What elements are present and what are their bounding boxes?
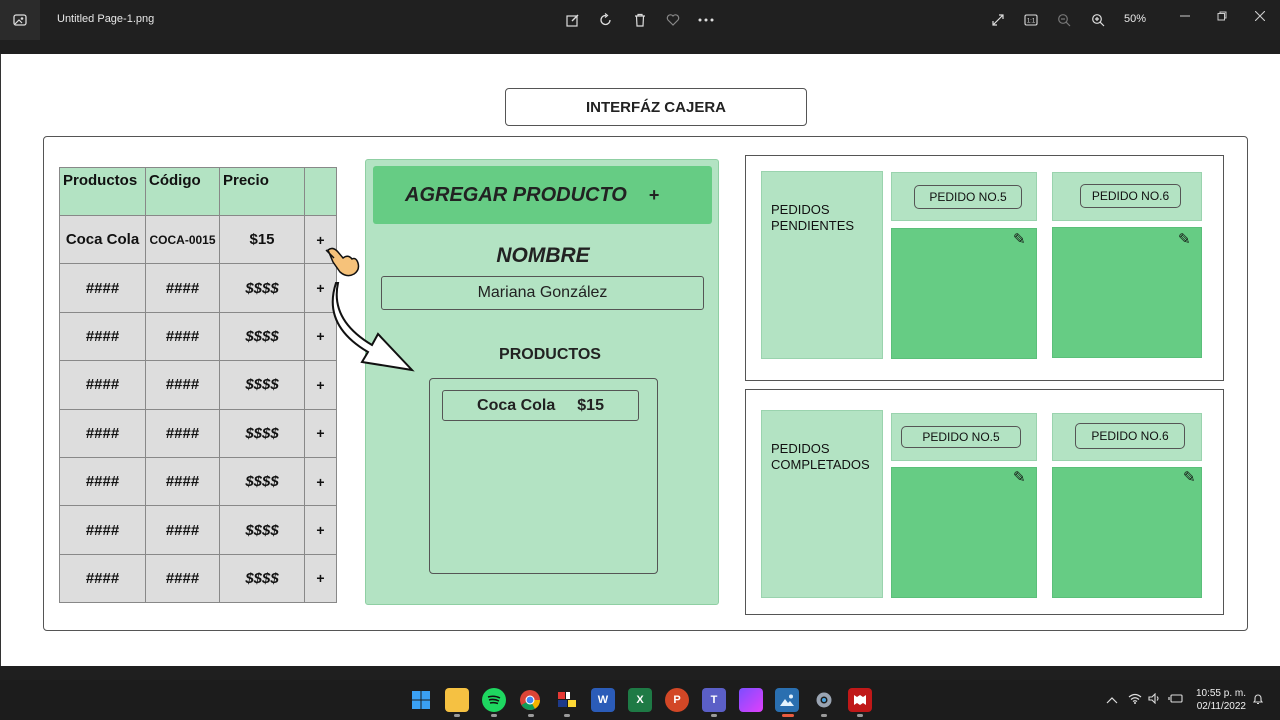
start-icon[interactable]: [409, 688, 433, 712]
volume-icon[interactable]: [1148, 692, 1162, 707]
file-explorer-icon[interactable]: [445, 688, 469, 712]
running-indicator: [528, 714, 534, 717]
wifi-icon[interactable]: [1128, 693, 1142, 707]
powerpoint-icon[interactable]: P: [665, 688, 689, 712]
photos-icon[interactable]: [775, 688, 799, 712]
clipchamp-icon[interactable]: [739, 688, 763, 712]
teams-icon[interactable]: T: [702, 688, 726, 712]
system-clock[interactable]: 10:55 p. m. 02/11/2022: [1190, 687, 1246, 713]
show-hidden-icons[interactable]: [1106, 693, 1118, 707]
running-indicator: [491, 714, 497, 717]
drag-arrow-overlay: [325, 247, 415, 372]
clock-date: 02/11/2022: [1196, 701, 1246, 712]
pointer-hand-icon: [325, 247, 360, 277]
running-indicator: [821, 714, 827, 717]
running-indicator: [454, 714, 460, 717]
running-indicator: [711, 714, 717, 717]
active-indicator: [782, 714, 794, 717]
notifications-icon[interactable]: [1252, 693, 1264, 708]
clock-time: 10:55 p. m.: [1195, 688, 1246, 699]
running-indicator: [857, 714, 863, 717]
battery-icon[interactable]: [1168, 693, 1184, 707]
word-icon[interactable]: W: [591, 688, 615, 712]
mcafee-icon[interactable]: [848, 688, 872, 712]
paint-app-icon[interactable]: [555, 688, 579, 712]
settings-icon[interactable]: [812, 688, 836, 712]
viewer-margin-bottom: [0, 666, 1280, 680]
curved-arrow-icon: [331, 282, 415, 372]
chrome-icon[interactable]: [518, 688, 542, 712]
spotify-icon[interactable]: [482, 688, 506, 712]
excel-icon[interactable]: X: [628, 688, 652, 712]
running-indicator: [564, 714, 570, 717]
taskbar: W X P T 10:55 p. m. 02/11/2022: [0, 680, 1280, 720]
